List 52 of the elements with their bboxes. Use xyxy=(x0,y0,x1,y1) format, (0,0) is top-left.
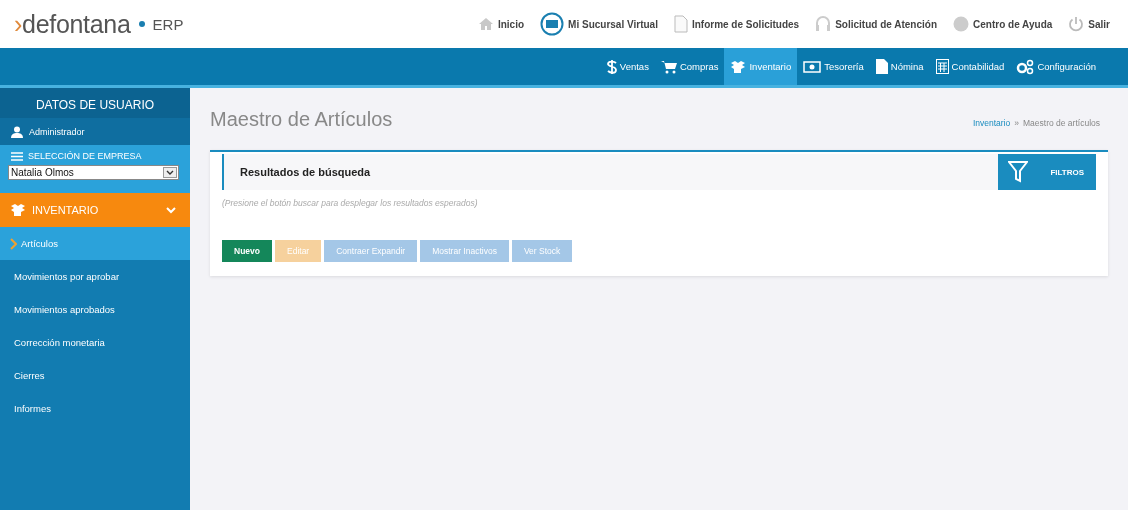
company-select[interactable]: Natalia Olmos xyxy=(8,165,179,180)
section-header[interactable]: INVENTARIO xyxy=(0,193,190,227)
sidebar-item[interactable]: Artículos xyxy=(0,227,190,260)
top-link[interactable]: Inicio xyxy=(477,17,525,31)
gears-icon xyxy=(1016,58,1035,75)
product-name: ERP xyxy=(152,15,184,33)
chevron-icon xyxy=(166,206,176,214)
module-tab[interactable]: Contabilidad xyxy=(929,48,1011,85)
page-title: Maestro de Artículos xyxy=(210,107,393,131)
power-icon xyxy=(1068,16,1085,32)
cart-icon xyxy=(660,59,677,74)
calculator-icon xyxy=(935,59,949,74)
panel-title: Resultados de búsqueda xyxy=(239,166,371,178)
banknote-icon xyxy=(803,60,822,73)
breadcrumb-current: Maestro de artículos xyxy=(1023,118,1100,128)
module-tab[interactable]: Inventario xyxy=(724,48,798,85)
sidebar-item[interactable]: Corrección monetaria xyxy=(0,326,190,359)
sidebar-header: SELECCIÓN DE EMPRESA xyxy=(28,151,142,161)
top-link[interactable]: Solicitud de Atención xyxy=(815,15,938,33)
module-tab[interactable]: Compras xyxy=(654,48,725,85)
logo[interactable]: ›defontana ERP xyxy=(14,9,184,39)
breadcrumb-separator: » xyxy=(1014,118,1019,128)
user-icon xyxy=(11,125,23,138)
sidebar-header: DATOS DE USUARIO xyxy=(0,88,190,118)
dropdown-icon xyxy=(163,167,177,178)
hint-text: (Presione el botón buscar para desplegar los resultados esperados) xyxy=(222,198,479,208)
top-link[interactable]: Informe de Solicitudes xyxy=(673,15,800,33)
sidebar-item[interactable]: Cierres xyxy=(0,359,190,392)
home-icon xyxy=(477,17,494,31)
user-row: Administrador xyxy=(0,118,190,145)
breadcrumb-link[interactable]: Inventario xyxy=(972,118,1011,128)
chevron-icon xyxy=(10,237,17,250)
store-icon xyxy=(540,12,565,36)
top-link[interactable]: Mi Sucursal Virtual xyxy=(540,12,658,36)
top-link[interactable]: Salir xyxy=(1068,16,1110,32)
sidebar-item[interactable]: Movimientos aprobados xyxy=(0,293,190,326)
filter-button[interactable]: FILTROS xyxy=(998,154,1096,190)
module-tab[interactable]: Ventas xyxy=(600,48,655,85)
file-icon xyxy=(875,59,888,74)
module-tab[interactable]: Nómina xyxy=(869,48,930,85)
filter-icon xyxy=(1008,161,1028,183)
module-tab[interactable]: Configuración xyxy=(1010,48,1102,85)
sidebar-item[interactable]: Informes xyxy=(0,392,190,425)
dollar-icon xyxy=(606,58,617,75)
headset-icon xyxy=(815,15,832,33)
document-icon xyxy=(673,15,688,33)
menu-icon xyxy=(11,151,23,161)
top-link[interactable]: Centro de Ayuda xyxy=(953,16,1053,32)
brand-name: ›defontana xyxy=(14,9,131,39)
module-tab[interactable]: Tesorería xyxy=(797,48,870,85)
sidebar-item[interactable]: Movimientos por aprobar xyxy=(0,260,190,293)
action-button[interactable]: Nuevo xyxy=(222,240,272,262)
